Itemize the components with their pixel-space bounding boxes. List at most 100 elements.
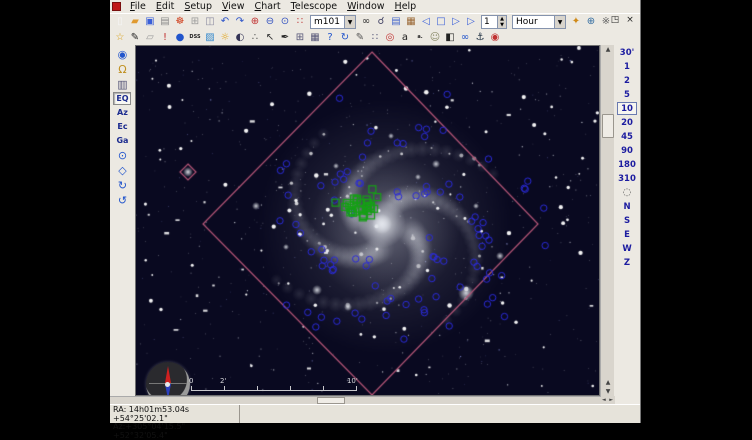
object-list-icon[interactable]: ▤ — [389, 16, 403, 29]
show-marks-icon[interactable]: ⊙ — [113, 148, 131, 162]
identify-object-icon[interactable]: ☌ — [374, 16, 388, 29]
scroll-left-right-icons[interactable]: ◄ ► — [601, 396, 615, 404]
search-binoculars-icon[interactable]: ∞ — [359, 16, 373, 29]
light-bulb-icon[interactable]: ☼ — [218, 31, 232, 44]
lock-chart-icon[interactable]: Ω — [113, 62, 131, 76]
redo-icon[interactable]: ↷ — [233, 16, 247, 29]
close-button[interactable]: × — [624, 15, 636, 27]
time-unit-combo[interactable]: Hour ▼ — [512, 15, 566, 29]
fov-10[interactable]: 10 — [617, 102, 637, 115]
face-icon[interactable]: ☺ — [428, 31, 442, 44]
fov-90[interactable]: 90 — [617, 144, 637, 157]
menu-edit[interactable]: Edit — [151, 1, 179, 12]
fov-5[interactable]: 5 — [617, 88, 637, 101]
time-step-back-icon[interactable]: ◁ — [419, 16, 433, 29]
time-play-icon[interactable]: ▷ — [464, 16, 478, 29]
eraser-icon[interactable]: ▱ — [143, 31, 157, 44]
fov-2[interactable]: 2 — [617, 74, 637, 87]
scatter-icon[interactable]: ∴ — [248, 31, 262, 44]
target-icon[interactable]: ◎ — [383, 31, 397, 44]
draw-icon[interactable]: ✎ — [353, 31, 367, 44]
fov-allsky-icon[interactable]: ◌ — [617, 186, 637, 199]
object-search-combo[interactable]: m101 ▼ — [310, 15, 356, 29]
direction-w-button[interactable]: W — [617, 242, 637, 255]
undo-icon[interactable]: ↶ — [218, 16, 232, 29]
fov-45[interactable]: 45 — [617, 130, 637, 143]
horizontal-scroll-thumb[interactable] — [317, 397, 345, 404]
open-folder-icon[interactable]: ▰ — [128, 16, 142, 29]
calendar-icon[interactable]: ▦ — [404, 16, 418, 29]
fov-180[interactable]: 180 — [617, 158, 637, 171]
time-step-forward-icon[interactable]: ▷ — [449, 16, 463, 29]
scroll-down-icon[interactable]: ▼ — [601, 387, 615, 396]
track-target-icon[interactable]: ⊕ — [584, 16, 598, 29]
vertical-scrollbar[interactable]: ▲ ▲ ▼ — [600, 45, 614, 396]
menu-chart[interactable]: Chart — [250, 1, 286, 12]
table-icon[interactable]: ⊞ — [293, 31, 307, 44]
direction-z-button[interactable]: Z — [617, 256, 637, 269]
direction-s-button[interactable]: S — [617, 214, 637, 227]
coord-az-button[interactable]: Az — [113, 106, 131, 119]
spinner-arrows-icon[interactable]: ▲▼ — [497, 16, 506, 28]
cursor-icon[interactable]: ↖ — [263, 31, 277, 44]
sky-chart[interactable]: 0 2' 10' — [135, 45, 600, 396]
pencil-icon[interactable]: ✎ — [128, 31, 142, 44]
fov-310[interactable]: 310 — [617, 172, 637, 185]
planet-icon[interactable]: ● — [173, 31, 187, 44]
time-step-spinner[interactable]: 1 ▲▼ — [481, 15, 507, 29]
comet-icon[interactable]: ✦ — [569, 16, 583, 29]
menu-view[interactable]: View — [217, 1, 250, 12]
rotate-cw-icon[interactable]: ↻ — [113, 178, 131, 192]
star-display-icon[interactable]: ☆ — [113, 31, 127, 44]
default-zoom-icon[interactable]: ∷ — [293, 16, 307, 29]
quill-icon[interactable]: ✒ — [278, 31, 292, 44]
fov-20[interactable]: 20 — [617, 116, 637, 129]
print-icon[interactable]: ▤ — [158, 16, 172, 29]
options-icon[interactable]: ☸ — [173, 16, 187, 29]
coord-galactic-button[interactable]: Ga — [113, 134, 131, 147]
coord-ecliptic-button[interactable]: Ec — [113, 120, 131, 133]
link-chain-icon[interactable]: ∞ — [458, 31, 472, 44]
refresh-icon[interactable]: ↻ — [338, 31, 352, 44]
picture-icon[interactable]: ▨ — [203, 31, 217, 44]
sky-chart-canvas[interactable] — [136, 46, 600, 395]
chevron-down-icon[interactable]: ▼ — [554, 16, 565, 28]
label-small-a-icon[interactable]: a. — [413, 31, 427, 44]
undock-button[interactable]: ◳ — [609, 15, 621, 27]
horizontal-scrollbar[interactable] — [110, 396, 601, 404]
chevron-down-icon[interactable]: ▼ — [344, 16, 355, 28]
dots-icon[interactable]: ∷ — [368, 31, 382, 44]
fov-frame-icon[interactable]: ◇ — [113, 163, 131, 177]
red-marker-icon[interactable]: ◉ — [488, 31, 502, 44]
direction-e-button[interactable]: E — [617, 228, 637, 241]
contrast-icon[interactable]: ◧ — [443, 31, 457, 44]
zoom-in-icon[interactable]: ⊕ — [248, 16, 262, 29]
zoom-area-icon[interactable]: ⊙ — [278, 16, 292, 29]
alert-icon[interactable]: ! — [158, 31, 172, 44]
menu-file[interactable]: File — [125, 1, 151, 12]
help-cursor-icon[interactable]: ? — [323, 31, 337, 44]
menu-telescope[interactable]: Telescope — [286, 1, 342, 12]
label-a-icon[interactable]: a — [398, 31, 412, 44]
rotate-ccw-icon[interactable]: ↺ — [113, 193, 131, 207]
new-chart-icon[interactable]: ▯ — [113, 16, 127, 29]
scroll-up-icon[interactable]: ▲ — [601, 378, 615, 387]
vertical-scroll-thumb[interactable] — [602, 114, 614, 138]
menu-help[interactable]: Help — [390, 1, 422, 12]
menu-setup[interactable]: Setup — [179, 1, 217, 12]
fov-30arcmin[interactable]: 30' — [617, 46, 637, 59]
dss-image-icon[interactable]: DSS — [188, 31, 202, 44]
fov-1[interactable]: 1 — [617, 60, 637, 73]
copy-icon[interactable]: ⊞ — [188, 16, 202, 29]
menu-window[interactable]: Window — [342, 1, 389, 12]
time-stop-icon[interactable]: □ — [434, 16, 448, 29]
multi-window-icon[interactable]: ◫ — [203, 16, 217, 29]
scroll-up-icon[interactable]: ▲ — [601, 45, 615, 54]
zoom-out-icon[interactable]: ⊖ — [263, 16, 277, 29]
grid-icon[interactable]: ▦ — [308, 31, 322, 44]
chart-mode-icon[interactable]: ◉ — [113, 47, 131, 61]
night-sky-icon[interactable]: ◐ — [233, 31, 247, 44]
direction-n-button[interactable]: N — [617, 200, 637, 213]
coord-eq-button[interactable]: EQ — [113, 92, 131, 105]
save-icon[interactable]: ▣ — [143, 16, 157, 29]
